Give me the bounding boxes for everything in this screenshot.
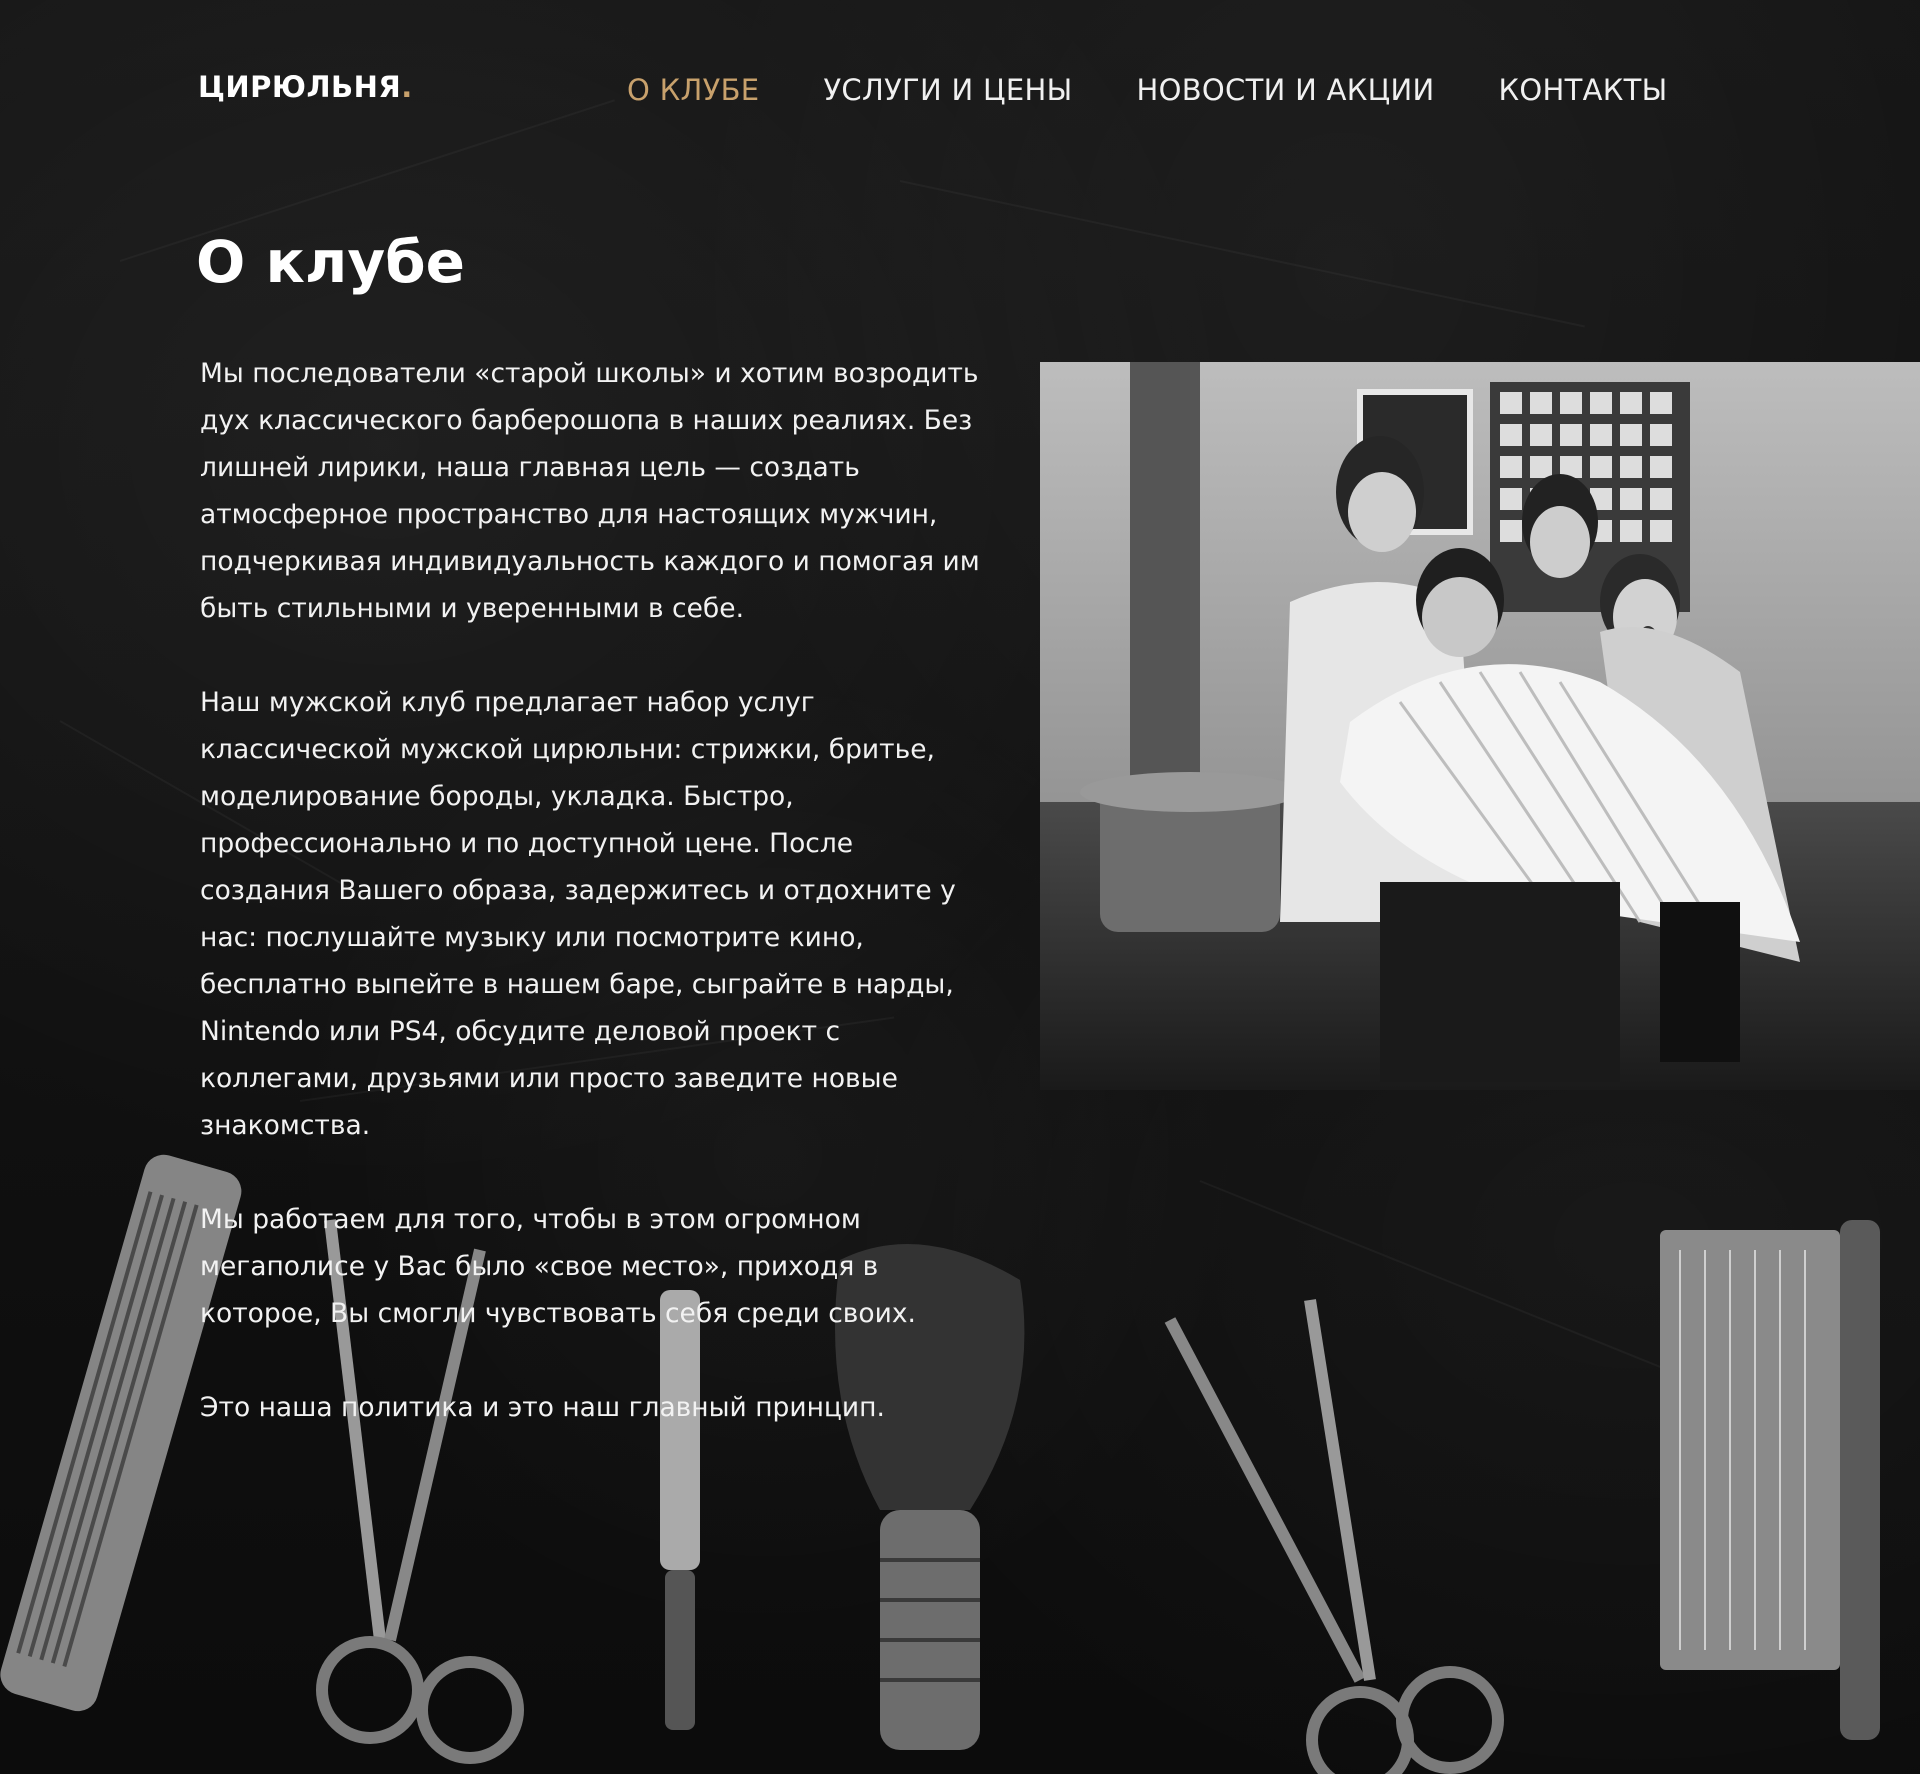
duster-brush-icon <box>1660 1220 1880 1740</box>
about-paragraph-4: Это наша политика и это наш главный прин… <box>200 1392 885 1423</box>
logo-dot: . <box>401 70 413 104</box>
about-paragraph-3: Мы работаем для того, чтобы в этом огром… <box>200 1204 916 1329</box>
main-nav: О КЛУБЕ УСЛУГИ И ЦЕНЫ НОВОСТИ И АКЦИИ КО… <box>627 70 1668 110</box>
site-logo[interactable]: ЦИРЮЛЬНЯ. <box>198 70 413 104</box>
site-header: ЦИРЮЛЬНЯ. О КЛУБЕ УСЛУГИ И ЦЕНЫ НОВОСТИ … <box>0 0 1920 180</box>
about-text: Мы последователи «старой школы» и хотим … <box>200 350 980 1478</box>
nav-item-services-prices[interactable]: УСЛУГИ И ЦЕНЫ <box>823 70 1072 110</box>
nav-item-news-promos[interactable]: НОВОСТИ И АКЦИИ <box>1136 70 1434 110</box>
nav-item-about[interactable]: О КЛУБЕ <box>627 70 759 110</box>
scissors-icon <box>1164 1299 1504 1774</box>
logo-text: ЦИРЮЛЬНЯ <box>198 70 402 104</box>
barbershop-photo <box>1040 362 1920 1090</box>
page-title: О клубе <box>196 228 465 296</box>
about-paragraph-1: Мы последователи «старой школы» и хотим … <box>200 358 980 624</box>
nav-item-contacts[interactable]: КОНТАКТЫ <box>1498 70 1667 110</box>
about-paragraph-2: Наш мужской клуб предлагает набор услуг … <box>200 687 956 1141</box>
